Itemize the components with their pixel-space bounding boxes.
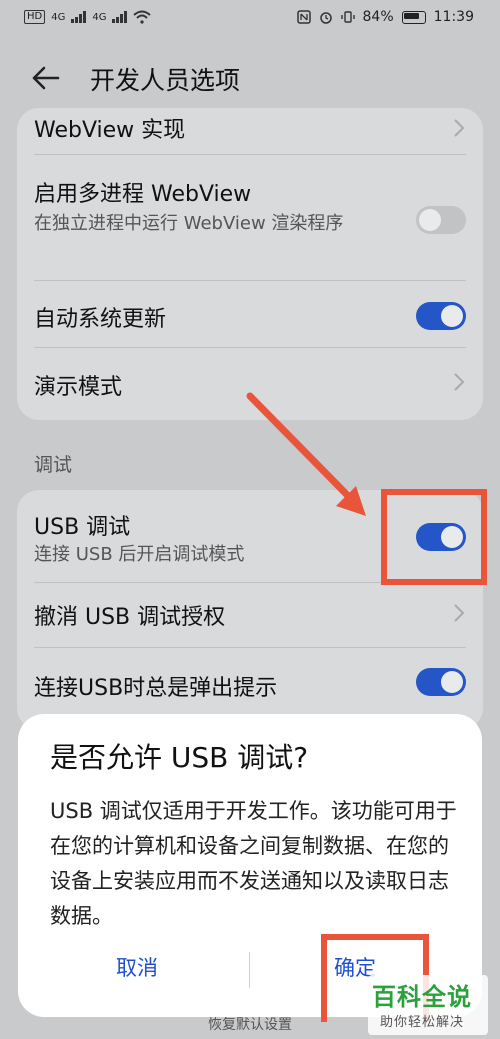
restore-defaults-label: 恢复默认设置	[208, 1017, 292, 1033]
watermark-subtitle: 助你轻松解决	[380, 1015, 465, 1030]
setting-description: 在独立进程中运行 WebView 渲染程序	[34, 213, 344, 234]
setting-label: 自动系统更新	[34, 307, 167, 332]
setting-multiprocess-webview[interactable]: 启用多进程 WebView 在独立进程中运行 WebView 渲染程序	[17, 155, 483, 275]
status-bar-left: HD 4G 4G	[24, 10, 152, 24]
setting-label: 撤消 USB 调试授权	[34, 605, 226, 630]
setting-label: WebView 实现	[34, 118, 186, 143]
battery-icon	[401, 10, 426, 24]
page-title: 开发人员选项	[90, 66, 241, 95]
setting-auto-system-update[interactable]: 自动系统更新	[17, 281, 483, 347]
chevron-right-icon	[454, 373, 465, 391]
toggle-knob	[441, 671, 463, 693]
signal-icon-2	[112, 11, 128, 23]
hd-tag: HD	[24, 10, 46, 24]
back-button[interactable]	[28, 60, 68, 96]
setting-usb-prompt[interactable]: 连接USB时总是弹出提示	[17, 648, 483, 714]
alarm-icon	[319, 12, 332, 24]
button-separator	[249, 952, 250, 988]
annotation-arrow	[246, 392, 366, 516]
toggle-knob	[419, 209, 441, 231]
status-bar-right: 84% 11:39	[296, 9, 474, 25]
chevron-right-icon	[454, 119, 465, 137]
signal-icon	[71, 11, 87, 23]
setting-label: 启用多进程 WebView	[34, 182, 252, 207]
chevron-right-icon	[454, 604, 465, 622]
dialog-body: USB 调试仅适用于开发工作。该功能可用于在您的计算机和设备之间复制数据、在您的…	[50, 799, 457, 928]
dialog-title: 是否允许 USB 调试?	[50, 741, 309, 774]
section-header-debug: 调试	[34, 454, 73, 476]
vibrate-icon	[340, 11, 355, 23]
watermark-logo: 百科全说	[372, 983, 472, 1011]
watermark: 百科全说 助你轻松解决	[368, 975, 488, 1035]
setting-description: 连接 USB 后开启调试模式	[34, 544, 245, 565]
status-bar: HD 4G 4G 84% 11:39	[0, 0, 500, 38]
network-type-1: 4G	[51, 11, 66, 23]
multiprocess-webview-toggle[interactable]	[416, 206, 466, 234]
battery-percent: 84%	[362, 9, 394, 25]
nfc-icon	[296, 10, 311, 24]
setting-webview-impl[interactable]: WebView 实现	[17, 108, 483, 148]
setting-revoke-usb-auth[interactable]: 撤消 USB 调试授权	[17, 583, 483, 647]
annotation-box-toggle	[381, 489, 487, 585]
setting-label: USB 调试	[34, 515, 131, 540]
network-type-2: 4G	[92, 11, 107, 23]
auto-system-update-toggle[interactable]	[416, 302, 466, 330]
toggle-knob	[441, 305, 463, 327]
app-header: 开发人员选项	[0, 52, 500, 102]
arrow-left-icon	[32, 66, 60, 90]
setting-label: 连接USB时总是弹出提示	[34, 676, 278, 701]
wifi-icon	[133, 10, 152, 24]
usb-prompt-toggle[interactable]	[416, 668, 466, 696]
cancel-button[interactable]: 取消	[116, 952, 158, 982]
setting-label: 演示模式	[34, 375, 123, 400]
clock: 11:39	[433, 9, 474, 25]
settings-card-1: WebView 实现 启用多进程 WebView 在独立进程中运行 WebVie…	[17, 108, 483, 420]
